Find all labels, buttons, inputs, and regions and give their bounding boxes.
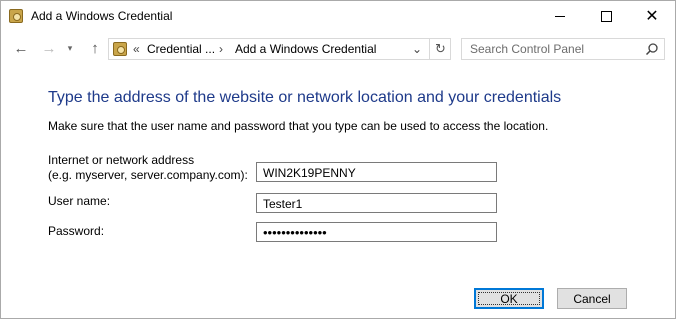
cancel-button-label: Cancel xyxy=(573,291,611,306)
forward-button[interactable]: → xyxy=(39,38,59,58)
page-title: Type the address of the website or netwo… xyxy=(48,89,562,106)
recent-locations-button[interactable]: ▾ xyxy=(63,38,77,58)
address-bar[interactable]: « Credential ... › Add a Windows Credent… xyxy=(108,38,451,60)
password-label: Password: xyxy=(48,224,105,238)
address-label: Internet or network address xyxy=(48,153,195,167)
search-box[interactable]: Search Control Panel xyxy=(461,38,665,60)
instruction-text: Make sure that the user name and passwor… xyxy=(48,119,549,133)
back-button[interactable]: ← xyxy=(11,38,31,58)
search-input[interactable]: Search Control Panel xyxy=(470,42,584,56)
breadcrumb-overflow-icon[interactable]: « xyxy=(133,42,140,56)
focus-rectangle xyxy=(478,292,540,305)
credential-manager-icon xyxy=(9,9,23,23)
arrow-up-icon: ↑ xyxy=(91,39,99,57)
refresh-button[interactable]: ↻ xyxy=(429,39,451,59)
username-label: User name: xyxy=(48,194,111,208)
maximize-button[interactable] xyxy=(583,1,629,32)
network-address-field[interactable] xyxy=(256,162,497,182)
password-field[interactable] xyxy=(256,222,497,242)
title-bar[interactable]: Add a Windows Credential ✕ xyxy=(1,1,675,32)
breadcrumb-item[interactable]: Credential ... xyxy=(147,42,215,56)
maximize-icon xyxy=(600,11,612,22)
close-icon: ✕ xyxy=(645,7,659,25)
breadcrumb-item[interactable]: Add a Windows Credential xyxy=(235,42,376,56)
up-button[interactable]: ↑ xyxy=(85,38,105,58)
arrow-right-icon: → xyxy=(41,39,57,57)
username-field[interactable] xyxy=(256,193,497,213)
breadcrumb-separator-icon[interactable]: › xyxy=(219,42,223,56)
navigation-bar: ← → ▾ ↑ « Credential ... › Add a Windows… xyxy=(1,32,675,65)
refresh-icon: ↻ xyxy=(435,41,446,56)
minimize-button[interactable] xyxy=(537,1,583,32)
control-panel-icon xyxy=(113,42,127,56)
address-dropdown-icon[interactable]: ⌄ xyxy=(412,42,422,56)
search-icon[interactable] xyxy=(645,42,659,56)
arrow-left-icon: ← xyxy=(13,39,29,57)
ok-button[interactable]: OK xyxy=(474,288,544,309)
dialog-window: Add a Windows Credential ✕ ← → ▾ ↑ « Cre… xyxy=(0,0,676,319)
cancel-button[interactable]: Cancel xyxy=(557,288,627,309)
close-button[interactable]: ✕ xyxy=(629,1,675,32)
minimize-icon xyxy=(555,16,565,17)
address-example-label: (e.g. myserver, server.company.com): xyxy=(48,168,248,182)
chevron-down-icon: ▾ xyxy=(67,42,73,53)
window-title: Add a Windows Credential xyxy=(31,9,173,23)
